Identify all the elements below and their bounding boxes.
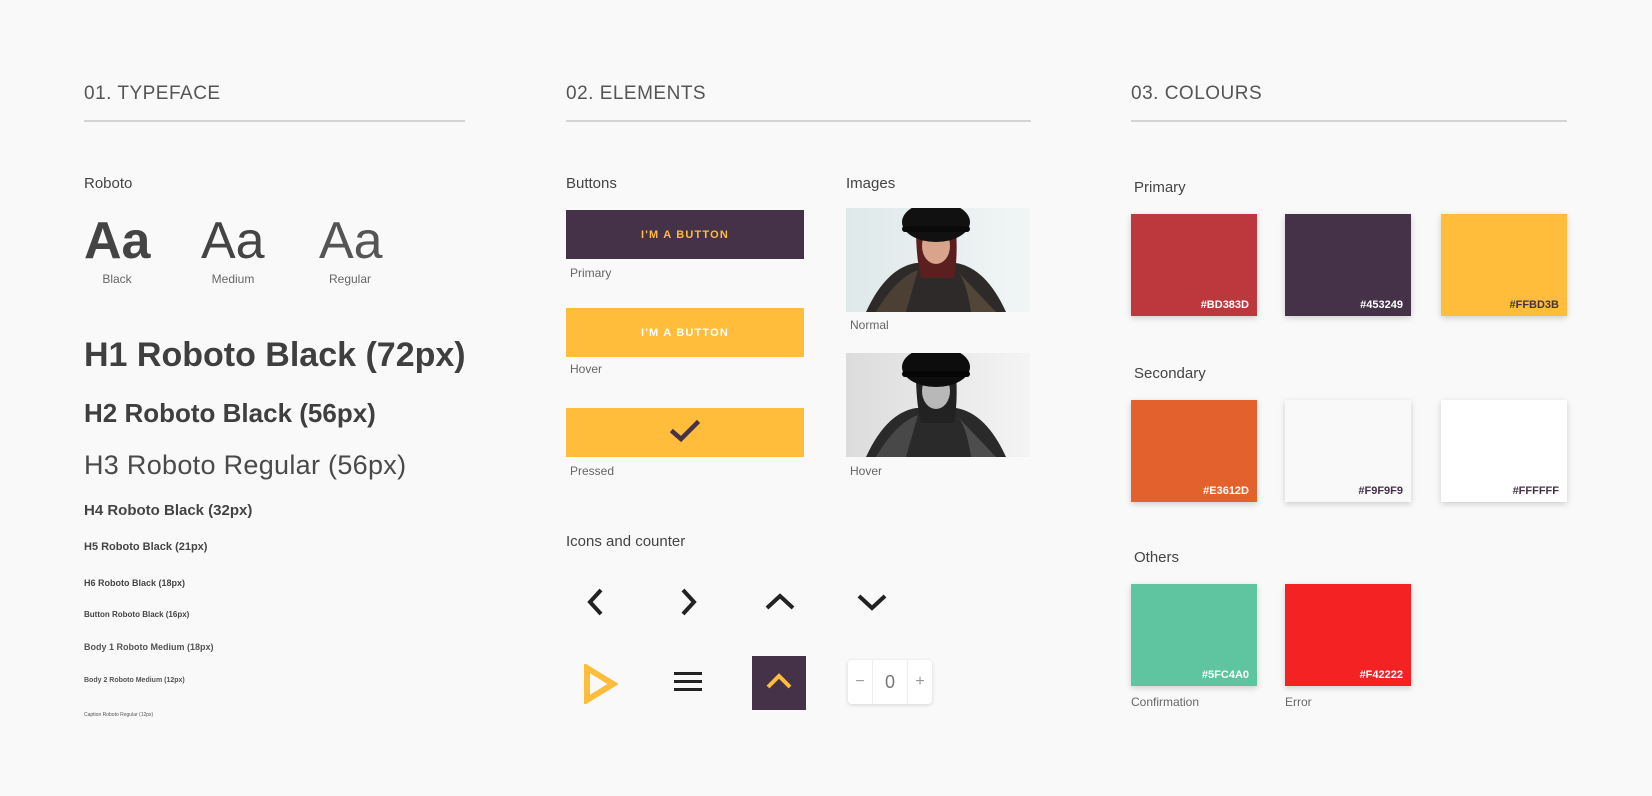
type-scale-caption: Caption Roboto Regular (12px) xyxy=(84,712,154,718)
type-scale-body1: Body 1 Roboto Medium (18px) xyxy=(84,642,214,652)
type-scale-h4: H4 Roboto Black (32px) xyxy=(84,502,253,519)
swatch-error-caption: Error xyxy=(1285,695,1312,709)
primary-button[interactable]: I'M A BUTTON xyxy=(566,210,804,259)
typeface-divider xyxy=(84,120,465,122)
scroll-top-button[interactable] xyxy=(752,656,806,710)
pressed-button-caption: Pressed xyxy=(570,464,615,478)
primary-colours-heading: Primary xyxy=(1134,179,1186,196)
quantity-counter: − 0 + xyxy=(848,660,932,704)
image-normal[interactable] xyxy=(846,208,1030,312)
play-icon[interactable] xyxy=(578,662,622,706)
swatch-hex: #BD383D xyxy=(1200,299,1249,311)
swatch-secondary-1: #E3612D xyxy=(1131,400,1257,502)
counter-value[interactable]: 0 xyxy=(872,660,908,704)
swatch-hex: #F9F9F9 xyxy=(1358,485,1403,497)
scroll-top-icon xyxy=(764,671,794,696)
swatch-primary-2: #453249 xyxy=(1285,214,1411,316)
swatch-error: #F42222 xyxy=(1285,584,1411,686)
type-scale-h2: H2 Roboto Black (56px) xyxy=(84,398,376,428)
type-scale-h6: H6 Roboto Black (18px) xyxy=(84,578,186,588)
chevron-left-icon[interactable] xyxy=(574,580,618,624)
type-scale-button: Button Roboto Black (16px) xyxy=(84,610,190,619)
image-hover[interactable] xyxy=(846,353,1030,457)
chevron-up-icon[interactable] xyxy=(758,580,802,624)
other-colours-heading: Others xyxy=(1134,549,1180,566)
swatch-hex: #E3612D xyxy=(1203,485,1249,497)
colours-section-title: 03. COLOURS xyxy=(1131,83,1263,104)
swatch-hex: #453249 xyxy=(1360,299,1403,311)
image-normal-caption: Normal xyxy=(850,318,889,332)
images-heading: Images xyxy=(846,175,896,192)
font-name: Roboto xyxy=(84,175,133,192)
swatch-confirmation-caption: Confirmation xyxy=(1131,695,1200,709)
hover-button-caption: Hover xyxy=(570,362,603,376)
counter-decrement-button[interactable]: − xyxy=(848,673,872,691)
elements-section-title: 02. ELEMENTS xyxy=(566,83,707,104)
swatch-secondary-2: #F9F9F9 xyxy=(1285,400,1411,502)
swatch-secondary-3: #FFFFFF xyxy=(1441,400,1567,502)
buttons-heading: Buttons xyxy=(566,175,617,192)
pressed-button[interactable] xyxy=(566,408,804,457)
swatch-hex: #F42222 xyxy=(1359,669,1403,681)
menu-icon[interactable] xyxy=(666,660,710,704)
swatch-hex: #FFFFFF xyxy=(1512,485,1559,497)
colours-divider xyxy=(1131,120,1567,122)
weight-sample-black: Aa xyxy=(84,212,151,270)
swatch-confirmation: #5FC4A0 xyxy=(1131,584,1257,686)
swatch-hex: #5FC4A0 xyxy=(1201,669,1249,681)
counter-increment-button[interactable]: + xyxy=(908,673,932,691)
chevron-right-icon[interactable] xyxy=(666,580,710,624)
image-hover-caption: Hover xyxy=(850,464,883,478)
type-scale-body2: Body 2 Roboto Medium (12px) xyxy=(84,677,185,684)
typeface-section-title: 01. TYPEFACE xyxy=(84,83,221,104)
weight-sample-medium: Aa xyxy=(201,212,265,270)
type-scale-h1: H1 Roboto Black (72px) xyxy=(84,336,466,374)
type-scale-h5: H5 Roboto Black (21px) xyxy=(84,541,208,553)
swatch-primary-3: #FFBD3B xyxy=(1441,214,1567,316)
weight-label-black: Black xyxy=(102,272,132,286)
chevron-down-icon[interactable] xyxy=(850,580,894,624)
type-scale-h3: H3 Roboto Regular (56px) xyxy=(84,450,407,480)
elements-divider xyxy=(566,120,1031,122)
secondary-colours-heading: Secondary xyxy=(1134,365,1206,382)
weight-label-regular: Regular xyxy=(328,272,372,286)
swatch-primary-1: #BD383D xyxy=(1131,214,1257,316)
check-icon xyxy=(669,419,701,446)
weight-label-medium: Medium xyxy=(211,272,255,286)
icons-heading: Icons and counter xyxy=(566,533,686,550)
hover-button[interactable]: I'M A BUTTON xyxy=(566,308,804,357)
primary-button-caption: Primary xyxy=(570,266,612,280)
swatch-hex: #FFBD3B xyxy=(1509,299,1559,311)
weight-sample-regular: Aa xyxy=(319,212,383,270)
